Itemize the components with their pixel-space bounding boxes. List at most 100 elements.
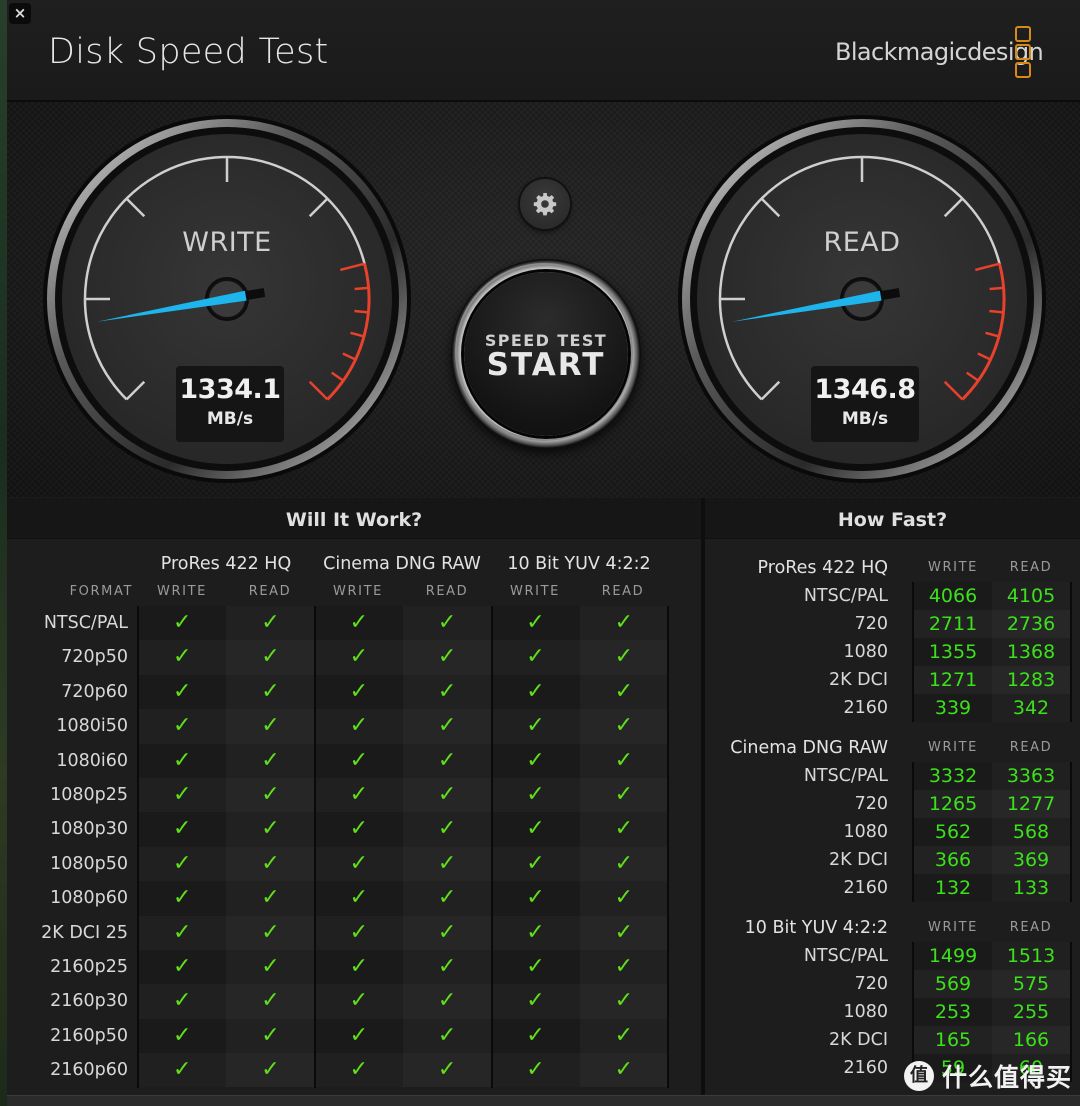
format-label: 2160p60	[50, 1060, 128, 1081]
watermark: 值 什么值得买	[904, 1058, 1072, 1094]
read-fps-value: 255	[992, 998, 1070, 1026]
write-fps-value: 253	[914, 998, 992, 1026]
check-icon: ✓	[579, 777, 668, 813]
check-icon: ✓	[226, 606, 315, 641]
format-label: 2K DCI	[828, 1030, 888, 1050]
format-row: 1080p60 ✓ ✓ ✓ ✓ ✓ ✓	[50, 881, 668, 916]
check-icon: ✓	[314, 1053, 403, 1088]
check-icon: ✓	[402, 1018, 492, 1054]
check-icon: ✓	[138, 846, 227, 882]
format-label: 1080	[843, 642, 888, 662]
read-speed-value: 1346.8	[814, 374, 916, 405]
write-column-header: WRITE	[928, 740, 978, 755]
write-fps-value: 366	[914, 846, 992, 874]
read-fps-value: 1513	[992, 942, 1070, 970]
check-icon: ✓	[579, 674, 668, 710]
format-label: 1080p30	[50, 819, 128, 840]
codec-header-10bit-yuv: 10 Bit YUV 4:2:2	[507, 554, 651, 574]
check-icon: ✓	[579, 606, 668, 641]
read-speed-unit: MB/s	[841, 409, 889, 429]
will-it-work-title: Will It Work?	[7, 498, 701, 539]
format-row: 2K DCI 25 ✓ ✓ ✓ ✓ ✓ ✓	[41, 915, 668, 950]
write-fps-value: 339	[914, 694, 992, 722]
check-icon: ✓	[579, 1053, 668, 1088]
check-icon: ✓	[138, 915, 227, 950]
check-icon: ✓	[491, 1018, 580, 1054]
check-icon: ✓	[402, 743, 492, 778]
write-readout: 1334.1 MB/s	[176, 366, 284, 442]
app-title: Disk Speed Test	[48, 32, 329, 72]
check-icon: ✓	[579, 881, 668, 916]
format-label: NTSC/PAL	[43, 613, 128, 633]
check-icon: ✓	[138, 949, 227, 985]
check-icon: ✓	[402, 1053, 492, 1088]
write-column-header: WRITE	[928, 560, 978, 575]
app-window: × Disk Speed Test Blackmagicdesign WRITE…	[7, 0, 1080, 1106]
format-row: 2160p60 ✓ ✓ ✓ ✓ ✓ ✓	[50, 1053, 668, 1088]
start-speed-test-button[interactable]: SPEED TEST START	[451, 259, 641, 449]
check-icon: ✓	[491, 743, 580, 778]
write-column-header: WRITE	[928, 920, 978, 935]
check-icon: ✓	[314, 640, 403, 675]
check-icon: ✓	[579, 743, 668, 778]
settings-button[interactable]	[520, 179, 570, 229]
check-icon: ✓	[138, 881, 227, 916]
format-label: 720p60	[61, 681, 128, 702]
read-fps-value: 568	[992, 818, 1070, 846]
check-icon: ✓	[226, 915, 315, 950]
check-icon: ✓	[579, 846, 668, 882]
how-fast-row: NTSC/PAL 1499 1513	[705, 942, 1080, 970]
check-icon: ✓	[491, 984, 580, 1019]
check-icon: ✓	[579, 812, 668, 847]
how-fast-codec-title: ProRes 422 HQ	[757, 558, 888, 578]
check-icon: ✓	[226, 743, 315, 778]
format-label: 720	[854, 614, 888, 634]
format-label: 2K DCI 25	[41, 922, 128, 943]
how-fast-row: NTSC/PAL 3332 3363	[705, 762, 1080, 790]
check-icon: ✓	[226, 674, 315, 710]
format-label: 1080	[843, 1002, 888, 1022]
format-row: 1080p25 ✓ ✓ ✓ ✓ ✓ ✓	[50, 777, 668, 813]
check-icon: ✓	[138, 709, 227, 744]
write-gauge: WRITE 1334.1 MB/s	[42, 114, 412, 484]
read-fps-value: 1277	[992, 790, 1070, 818]
format-row: 1080p30 ✓ ✓ ✓ ✓ ✓ ✓	[50, 812, 668, 847]
will-it-work-grid: NTSC/PAL ✓ ✓ ✓ ✓ ✓ ✓ 720p50 ✓ ✓ ✓ ✓ ✓ ✓ 720p60 ✓ ✓ ✓ ✓ ✓ ✓ 10…	[41, 606, 668, 1088]
col-header-write: WRITE	[333, 584, 383, 599]
how-fast-codec-title: Cinema DNG RAW	[730, 738, 888, 758]
format-label: 2K DCI	[828, 850, 888, 870]
read-gauge: READ 1346.8 MB/s	[677, 114, 1047, 484]
format-label: 2160p30	[50, 991, 128, 1012]
close-button[interactable]: ×	[9, 3, 31, 24]
read-fps-value: 3363	[992, 762, 1070, 790]
check-icon: ✓	[226, 949, 315, 985]
col-header-read: READ	[601, 584, 645, 599]
check-icon: ✓	[579, 709, 668, 744]
format-label: NTSC/PAL	[803, 586, 888, 606]
how-fast-codec-title: 10 Bit YUV 4:2:2	[744, 918, 888, 938]
check-icon: ✓	[314, 743, 403, 778]
check-icon: ✓	[226, 812, 315, 847]
gauge-red-tick	[354, 309, 369, 314]
col-header-write: WRITE	[157, 584, 207, 599]
read-fps-value: 2736	[992, 610, 1070, 638]
read-fps-value: 133	[992, 874, 1070, 902]
col-header-read: READ	[248, 584, 292, 599]
will-it-work-panel: Will It Work? ProRes 422 HQ Cinema DNG R…	[7, 498, 701, 1095]
gauge-red-tick	[989, 309, 1004, 314]
format-row: 1080i50 ✓ ✓ ✓ ✓ ✓ ✓	[56, 709, 668, 744]
how-fast-row: NTSC/PAL 4066 4105	[705, 582, 1080, 610]
column-divider	[1070, 582, 1072, 722]
check-icon: ✓	[402, 640, 492, 675]
format-label: 2160p50	[50, 1025, 128, 1046]
format-row: 720p60 ✓ ✓ ✓ ✓ ✓ ✓	[61, 674, 668, 710]
column-divider	[1070, 762, 1072, 902]
how-fast-row: 2160 132 133	[705, 874, 1080, 902]
gauge-red-tick	[354, 286, 369, 291]
write-fps-value: 1265	[914, 790, 992, 818]
check-icon: ✓	[491, 709, 580, 744]
read-fps-value: 575	[992, 970, 1070, 998]
check-icon: ✓	[314, 812, 403, 847]
check-icon: ✓	[226, 1018, 315, 1054]
how-fast-row: 1080 253 255	[705, 998, 1080, 1026]
